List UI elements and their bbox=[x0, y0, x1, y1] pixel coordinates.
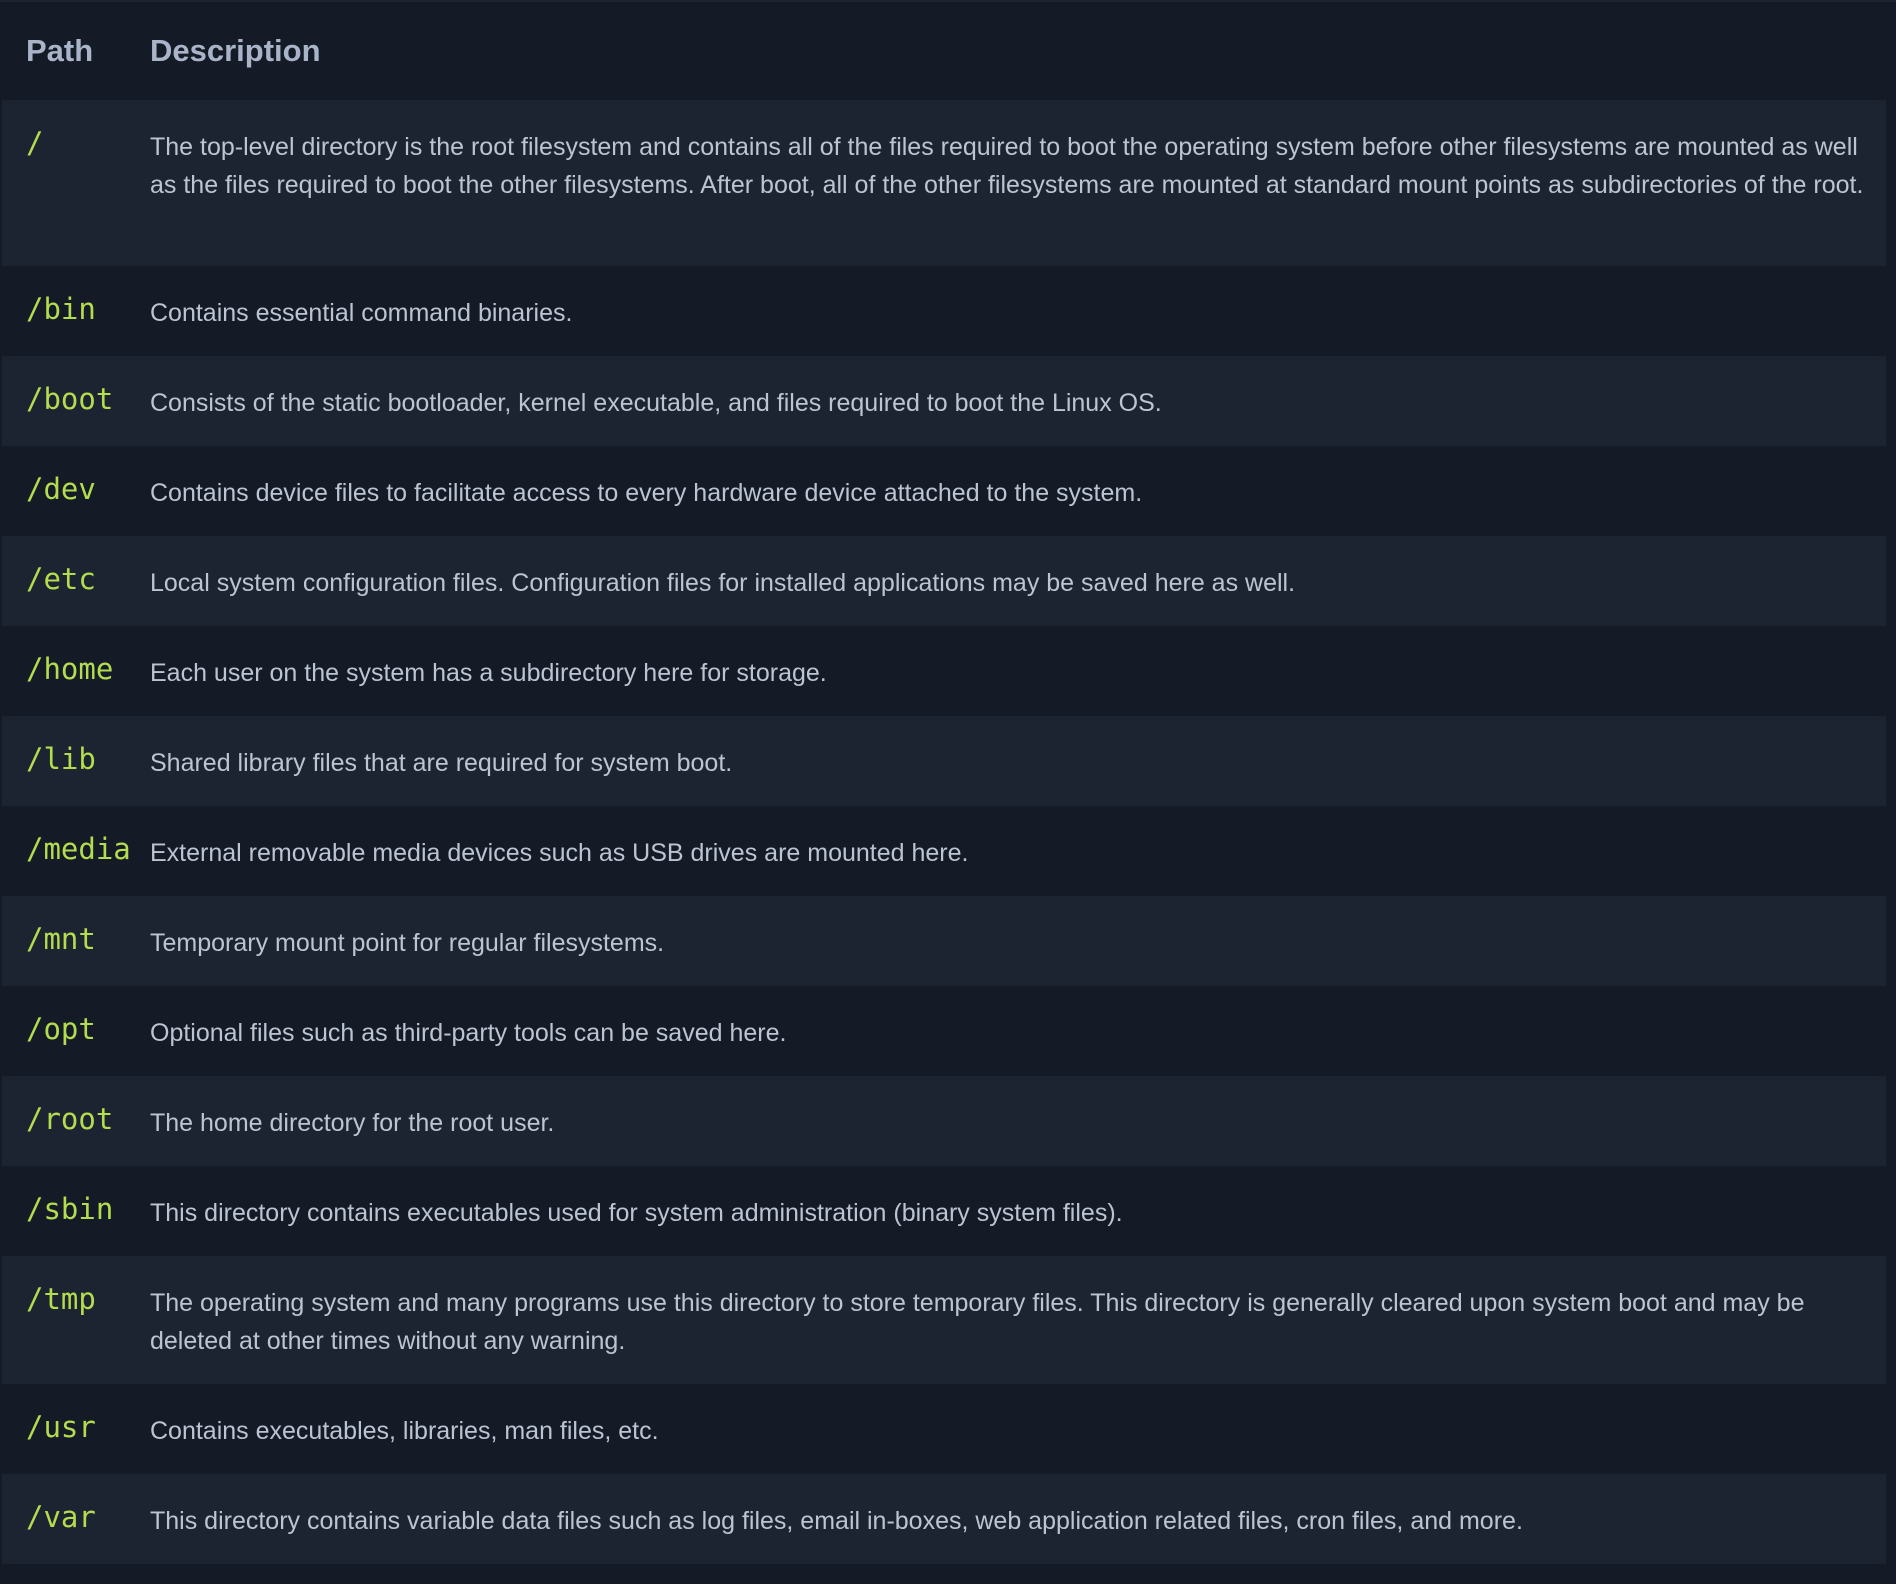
table-row: /usr Contains executables, libraries, ma… bbox=[2, 1384, 1886, 1474]
path-cell: /dev bbox=[26, 472, 96, 506]
table-row: /var This directory contains variable da… bbox=[2, 1474, 1886, 1564]
path-cell: /lib bbox=[26, 742, 96, 776]
path-cell: /sbin bbox=[26, 1192, 114, 1226]
table-row: /etc Local system configuration files. C… bbox=[2, 536, 1886, 626]
description-cell: External removable media devices such as… bbox=[150, 839, 969, 867]
filesystem-table-container: Path Description / The top-level directo… bbox=[0, 0, 1896, 1584]
table-row: /home Each user on the system has a subd… bbox=[2, 626, 1886, 716]
description-cell: Consists of the static bootloader, kerne… bbox=[150, 389, 1162, 417]
description-cell: Contains essential command binaries. bbox=[150, 299, 573, 327]
description-cell: The top-level directory is the root file… bbox=[150, 133, 1864, 199]
description-cell: Local system configuration files. Config… bbox=[150, 569, 1296, 597]
table-row: /sbin This directory contains executable… bbox=[2, 1166, 1886, 1256]
path-cell: /home bbox=[26, 652, 114, 686]
column-header-path: Path bbox=[26, 33, 94, 68]
path-cell: /usr bbox=[26, 1410, 96, 1444]
table-row: /dev Contains device files to facilitate… bbox=[2, 446, 1886, 536]
description-cell: The home directory for the root user. bbox=[150, 1109, 555, 1137]
description-cell: This directory contains executables used… bbox=[150, 1199, 1123, 1227]
table-row: /opt Optional files such as third-party … bbox=[2, 986, 1886, 1076]
table-row: /mnt Temporary mount point for regular f… bbox=[2, 896, 1886, 986]
description-cell: The operating system and many programs u… bbox=[150, 1289, 1805, 1355]
table-row: /root The home directory for the root us… bbox=[2, 1076, 1886, 1166]
filesystem-table: Path Description / The top-level directo… bbox=[2, 2, 1886, 1564]
path-cell: /opt bbox=[26, 1012, 96, 1046]
description-cell: Contains executables, libraries, man fil… bbox=[150, 1417, 659, 1445]
description-cell: Shared library files that are required f… bbox=[150, 749, 733, 777]
path-cell: /root bbox=[26, 1102, 114, 1136]
path-cell: /boot bbox=[26, 382, 114, 416]
description-cell: This directory contains variable data fi… bbox=[150, 1507, 1523, 1535]
path-cell: / bbox=[26, 126, 44, 160]
table-row: /boot Consists of the static bootloader,… bbox=[2, 356, 1886, 446]
description-cell: Optional files such as third-party tools… bbox=[150, 1019, 787, 1047]
path-cell: /tmp bbox=[26, 1282, 96, 1316]
description-cell: Contains device files to facilitate acce… bbox=[150, 479, 1143, 507]
table-header-row: Path Description bbox=[2, 2, 1886, 100]
path-cell: /media bbox=[26, 832, 131, 866]
path-cell: /mnt bbox=[26, 922, 96, 956]
column-header-description: Description bbox=[150, 33, 321, 68]
table-row: / The top-level directory is the root fi… bbox=[2, 100, 1886, 266]
description-cell: Temporary mount point for regular filesy… bbox=[150, 929, 665, 957]
path-cell: /etc bbox=[26, 562, 96, 596]
table-row: /tmp The operating system and many progr… bbox=[2, 1256, 1886, 1384]
table-row: /media External removable media devices … bbox=[2, 806, 1886, 896]
path-cell: /var bbox=[26, 1500, 96, 1534]
description-cell: Each user on the system has a subdirecto… bbox=[150, 659, 827, 687]
table-row: /bin Contains essential command binaries… bbox=[2, 266, 1886, 356]
table-row: /lib Shared library files that are requi… bbox=[2, 716, 1886, 806]
path-cell: /bin bbox=[26, 292, 96, 326]
